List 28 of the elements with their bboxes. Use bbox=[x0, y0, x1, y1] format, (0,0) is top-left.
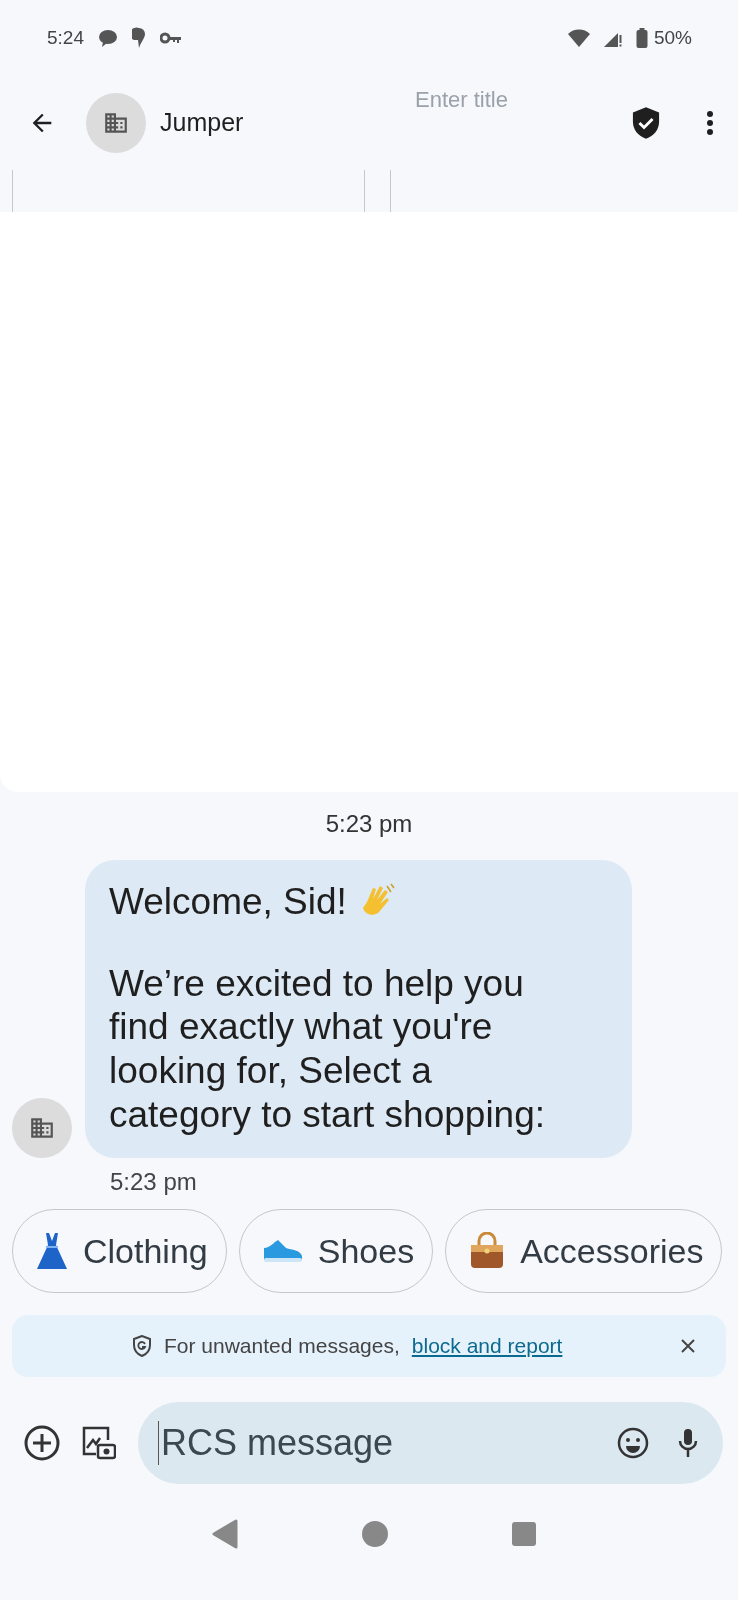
greeting-text: Welcome, Sid! bbox=[109, 880, 347, 924]
clock: 5:24 bbox=[47, 26, 84, 49]
home-nav-icon[interactable] bbox=[361, 1520, 389, 1549]
message-field[interactable]: RCS message bbox=[138, 1402, 723, 1485]
shield-icon bbox=[132, 1335, 152, 1358]
message-text: We’re excited to help you find exactly what you're looking for, Select a category to start shopping: bbox=[109, 961, 547, 1137]
recents-nav-icon[interactable] bbox=[512, 1522, 537, 1547]
date-label: 5:23 pm bbox=[324, 810, 414, 838]
gallery-camera-button[interactable] bbox=[82, 1426, 116, 1461]
battery-icon bbox=[635, 27, 648, 48]
back-nav-icon[interactable] bbox=[211, 1519, 238, 1550]
banner-text: For unwanted messages, bbox=[164, 1334, 400, 1359]
chat-icon bbox=[98, 28, 118, 47]
block-report-link[interactable]: block and report bbox=[411, 1334, 563, 1359]
dress-icon bbox=[35, 1231, 69, 1272]
microphone-icon[interactable] bbox=[677, 1427, 699, 1460]
key-icon bbox=[160, 31, 182, 44]
contact-name: Jumper bbox=[160, 108, 244, 137]
battery-percent: 50% bbox=[653, 26, 692, 49]
sneaker-icon bbox=[261, 1238, 304, 1265]
verified-shield-button[interactable] bbox=[630, 105, 662, 140]
close-button[interactable] bbox=[680, 1338, 696, 1355]
emoji-icon[interactable] bbox=[617, 1427, 649, 1460]
more-options-button[interactable] bbox=[706, 109, 714, 136]
add-button[interactable] bbox=[24, 1425, 60, 1462]
message-time: 5:23 pm bbox=[110, 1168, 198, 1197]
message-input[interactable]: RCS message bbox=[158, 1421, 589, 1466]
wifi-icon bbox=[567, 28, 590, 47]
